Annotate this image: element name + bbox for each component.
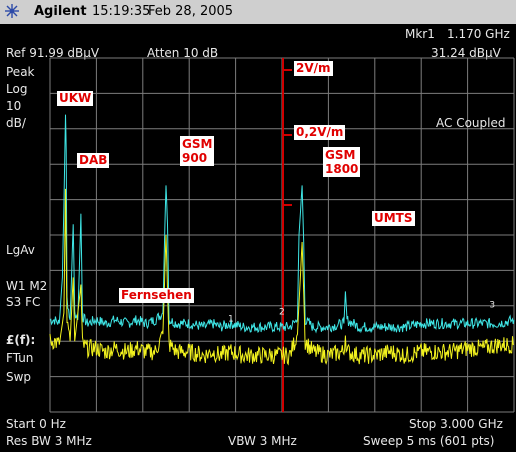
label-gsm1800: GSM 1800 xyxy=(323,147,361,177)
label-gsm900: GSM 900 xyxy=(180,136,215,166)
marker-2-label: 2 xyxy=(279,307,285,317)
label-2v-per-m: 2V/m xyxy=(294,61,333,76)
spectrum-plot: 1 2 3 xyxy=(49,57,515,413)
label-ukw: UKW xyxy=(57,91,94,106)
label-gsm900-line2: 900 xyxy=(182,151,208,165)
marker-1-label: 1 xyxy=(228,314,234,324)
label-gsm1800-line1: GSM xyxy=(325,148,356,162)
label-02v-per-m: 0,2V/m xyxy=(294,125,346,140)
marker-3-label: 3 xyxy=(489,300,495,310)
label-fernsehen: Fernsehen xyxy=(119,288,194,303)
coupling-status: AC Coupled xyxy=(436,116,506,130)
label-umts: UMTS xyxy=(372,211,415,226)
label-gsm900-line1: GSM xyxy=(182,137,213,151)
label-gsm1800-line2: 1800 xyxy=(325,162,359,176)
label-dab: DAB xyxy=(77,153,110,168)
